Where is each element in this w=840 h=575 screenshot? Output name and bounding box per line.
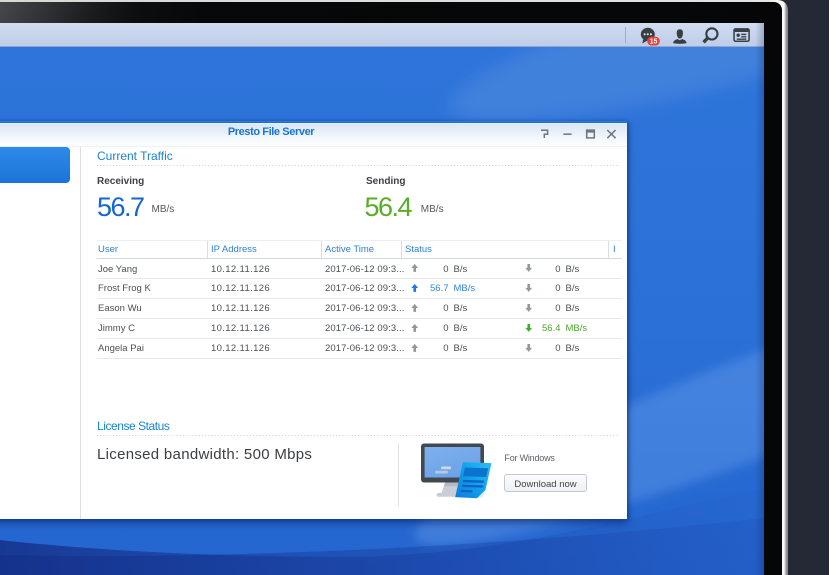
svg-text:15: 15	[650, 38, 658, 45]
